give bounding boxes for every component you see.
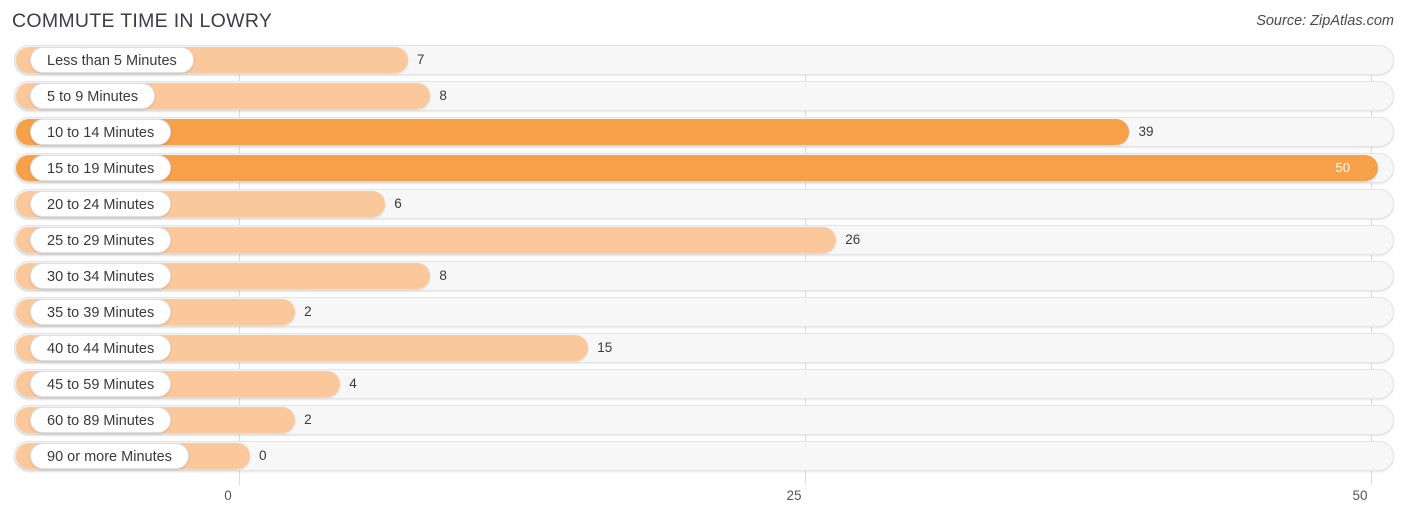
bar-value-label: 2	[304, 304, 312, 319]
bar[interactable]	[16, 119, 1130, 145]
bar-value-label: 26	[845, 232, 861, 247]
bar-row[interactable]: 15 to 19 Minutes 50	[0, 153, 1406, 183]
bar-category-label: 10 to 14 Minutes	[30, 119, 172, 145]
bar-value-label: 8	[439, 88, 447, 103]
bar-category-label: 20 to 24 Minutes	[30, 191, 172, 217]
bar-row[interactable]: 90 or more Minutes 0	[0, 441, 1406, 471]
bar-category-label: 35 to 39 Minutes	[30, 299, 172, 325]
bar-value-label: 50	[1335, 160, 1350, 175]
bar-rows: Less than 5 Minutes 7 5 to 9 Minutes 8 10 to…	[0, 45, 1406, 477]
x-axis-tick-25: 25	[786, 488, 802, 503]
bar-category-label: 45 to 59 Minutes	[30, 371, 172, 397]
bar-row[interactable]: Less than 5 Minutes 7	[0, 45, 1406, 75]
bar-value-label: 6	[394, 196, 402, 211]
bar-row[interactable]: 30 to 34 Minutes 8	[0, 261, 1406, 291]
bar-row[interactable]: 35 to 39 Minutes 2	[0, 297, 1406, 327]
bar-category-label: 5 to 9 Minutes	[30, 83, 156, 109]
bar-value-label: 15	[597, 340, 613, 355]
bar-row[interactable]: 40 to 44 Minutes 15	[0, 333, 1406, 363]
bar-row[interactable]: 10 to 14 Minutes 39	[0, 117, 1406, 147]
bar-value-label: 39	[1138, 124, 1154, 139]
bar-value-label: 7	[416, 52, 425, 67]
x-axis-tick-0: 0	[224, 488, 232, 503]
bar-category-label: Less than 5 Minutes	[30, 47, 194, 73]
bar-category-label: 15 to 19 Minutes	[30, 155, 172, 181]
bar-category-label: 60 to 89 Minutes	[30, 407, 172, 433]
bar-value-label: 8	[439, 268, 447, 283]
bar-category-label: 40 to 44 Minutes	[30, 335, 172, 361]
page-title: COMMUTE TIME IN LOWRY	[12, 10, 273, 32]
bar[interactable]	[16, 155, 1378, 181]
source-label: Source: ZipAtlas.com	[1256, 13, 1394, 29]
bar-value-label: 0	[259, 448, 267, 463]
bar-category-label: 90 or more Minutes	[30, 443, 189, 469]
x-axis-tick-50: 50	[1352, 488, 1368, 503]
bar-value-label: 2	[304, 412, 312, 427]
chart-plot-area: Less than 5 Minutes 7 5 to 9 Minutes 8 10 to…	[0, 45, 1406, 485]
x-axis: 0 25 50	[0, 485, 1406, 524]
bar-category-label: 30 to 34 Minutes	[30, 263, 172, 289]
bar-row[interactable]: 60 to 89 Minutes 2	[0, 405, 1406, 435]
bar-row[interactable]: 20 to 24 Minutes 6	[0, 189, 1406, 219]
bar-value-label: 4	[349, 376, 357, 391]
chart-header: COMMUTE TIME IN LOWRY Source: ZipAtlas.c…	[0, 0, 1406, 45]
bar-category-label: 25 to 29 Minutes	[30, 227, 172, 253]
bar-row[interactable]: 45 to 59 Minutes 4	[0, 369, 1406, 399]
bar-row[interactable]: 25 to 29 Minutes 26	[0, 225, 1406, 255]
bar-row[interactable]: 5 to 9 Minutes 8	[0, 81, 1406, 111]
